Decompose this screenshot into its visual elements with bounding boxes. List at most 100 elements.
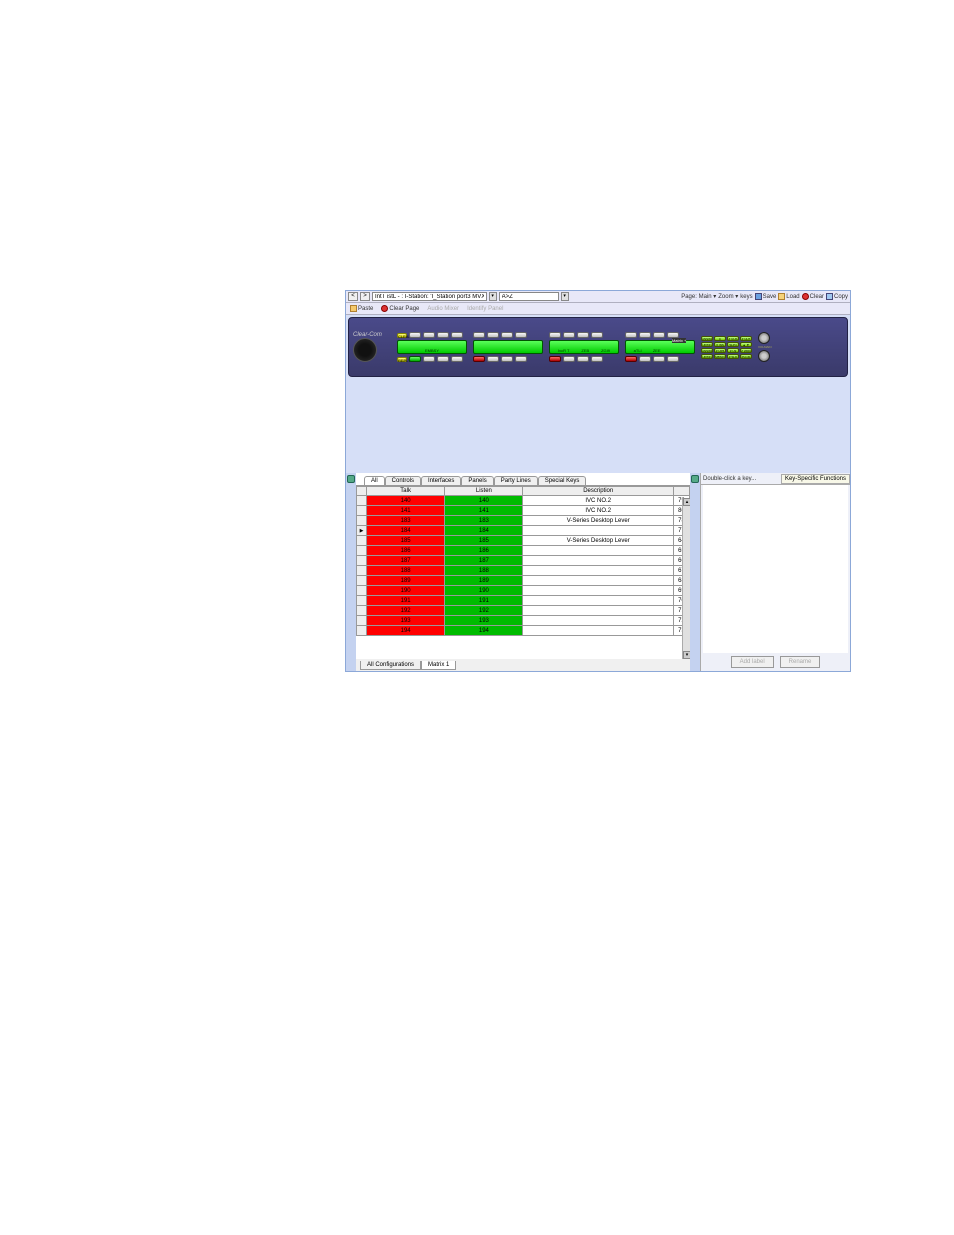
- config-tab-all-configurations[interactable]: All Configurations: [360, 661, 421, 670]
- side-button[interactable]: ANSWR: [701, 336, 713, 341]
- description-cell[interactable]: [523, 626, 673, 636]
- listen-cell[interactable]: 193: [445, 616, 523, 626]
- load-button[interactable]: Load: [778, 293, 799, 300]
- talk-cell[interactable]: 185: [367, 536, 445, 546]
- panel-key[interactable]: [549, 356, 561, 362]
- row-header[interactable]: [357, 566, 367, 576]
- row-header[interactable]: [357, 546, 367, 556]
- description-cell[interactable]: IVC NO.2: [523, 506, 673, 516]
- talk-cell[interactable]: 186: [367, 546, 445, 556]
- panel-key[interactable]: [501, 356, 513, 362]
- listen-cell[interactable]: 194: [445, 626, 523, 636]
- listen-cell[interactable]: 141: [445, 506, 523, 516]
- tab-controls[interactable]: Controls: [385, 476, 421, 485]
- panel-key[interactable]: [549, 332, 561, 338]
- panel-key[interactable]: [667, 356, 679, 362]
- table-row[interactable]: 18918968: [357, 576, 690, 586]
- description-cell[interactable]: [523, 566, 673, 576]
- az-dropdown-button[interactable]: ▾: [561, 292, 569, 301]
- panel-key[interactable]: [563, 356, 575, 362]
- row-header[interactable]: [357, 576, 367, 586]
- side-button[interactable]: Z SLD: [727, 354, 739, 359]
- panel-key[interactable]: [563, 332, 575, 338]
- grid-scrollbar[interactable]: ▴ ▾: [682, 498, 690, 659]
- add-label-button[interactable]: Add label: [731, 656, 774, 668]
- side-button[interactable]: PLInM: [740, 354, 752, 359]
- panel-key[interactable]: [501, 332, 513, 338]
- row-header[interactable]: [357, 606, 367, 616]
- panel-key[interactable]: [437, 356, 449, 362]
- table-row[interactable]: 18618665: [357, 546, 690, 556]
- description-cell[interactable]: V-Series Desktop Lever: [523, 516, 673, 526]
- listen-cell[interactable]: 185: [445, 536, 523, 546]
- side-button[interactable]: Z W0I0: [740, 348, 752, 353]
- talk-cell[interactable]: 184: [367, 526, 445, 536]
- description-cell[interactable]: [523, 596, 673, 606]
- listen-cell[interactable]: 191: [445, 596, 523, 606]
- panel-key[interactable]: [487, 332, 499, 338]
- row-header[interactable]: [357, 496, 367, 506]
- description-cell[interactable]: [523, 556, 673, 566]
- side-button[interactable]: ANSWR: [701, 348, 713, 353]
- talk-cell[interactable]: 190: [367, 586, 445, 596]
- side-button[interactable]: Z UHT: [740, 336, 752, 341]
- description-cell[interactable]: [523, 606, 673, 616]
- table-row[interactable]: 19219271: [357, 606, 690, 616]
- panel-key[interactable]: [473, 332, 485, 338]
- clear-button[interactable]: Clear: [802, 293, 824, 300]
- row-header[interactable]: [357, 586, 367, 596]
- table-row[interactable]: 19019069: [357, 586, 690, 596]
- talk-cell[interactable]: 192: [367, 606, 445, 616]
- side-button[interactable]: Z UP6: [714, 348, 726, 353]
- row-header[interactable]: [357, 516, 367, 526]
- row-header[interactable]: [357, 616, 367, 626]
- table-row[interactable]: 18818867: [357, 566, 690, 576]
- copy-button[interactable]: Copy: [826, 293, 848, 300]
- talk-cell[interactable]: 140: [367, 496, 445, 506]
- description-cell[interactable]: [523, 616, 673, 626]
- save-button[interactable]: Save: [755, 293, 777, 300]
- table-row[interactable]: 19319372: [357, 616, 690, 626]
- keys-button[interactable]: keys: [740, 294, 752, 300]
- panel-key[interactable]: [515, 356, 527, 362]
- side-button[interactable]: MBSIO: [714, 354, 726, 359]
- panel-key[interactable]: [487, 356, 499, 362]
- paste-button[interactable]: Paste: [350, 305, 373, 312]
- talk-cell[interactable]: 183: [367, 516, 445, 526]
- description-cell[interactable]: [523, 526, 673, 536]
- col-listen[interactable]: Listen: [445, 487, 523, 496]
- row-header[interactable]: [357, 626, 367, 636]
- knob-top[interactable]: [758, 332, 770, 344]
- talk-cell[interactable]: 188: [367, 566, 445, 576]
- clear-page-button[interactable]: Clear Page: [381, 305, 419, 312]
- panel-key[interactable]: [409, 332, 421, 338]
- side-button[interactable]: UP/DN: [701, 354, 713, 359]
- description-cell[interactable]: V-Series Desktop Lever: [523, 536, 673, 546]
- panel-key[interactable]: [577, 332, 589, 338]
- nav-next-button[interactable]: >: [360, 292, 370, 301]
- page-menu[interactable]: Page: Main ▾: [681, 293, 716, 300]
- side-button[interactable]: SLP4: [727, 342, 739, 347]
- panel-key[interactable]: [437, 332, 449, 338]
- side-button[interactable]: ▲ ▼: [740, 342, 752, 347]
- talk-cell[interactable]: 187: [367, 556, 445, 566]
- col-talk[interactable]: Talk: [367, 487, 445, 496]
- refresh-icon[interactable]: [347, 475, 355, 483]
- panel-key[interactable]: [591, 332, 603, 338]
- table-row[interactable]: 18418477: [357, 526, 690, 536]
- scroll-up-icon[interactable]: ▴: [683, 498, 690, 506]
- tab-all[interactable]: All: [364, 476, 385, 485]
- talk-cell[interactable]: 194: [367, 626, 445, 636]
- description-cell[interactable]: IVC NO.2: [523, 496, 673, 506]
- talk-cell[interactable]: 191: [367, 596, 445, 606]
- listen-cell[interactable]: 190: [445, 586, 523, 596]
- row-header[interactable]: [357, 556, 367, 566]
- listen-cell[interactable]: 192: [445, 606, 523, 616]
- side-button[interactable]: Z UHS: [727, 336, 739, 341]
- col-description[interactable]: Description: [523, 487, 673, 496]
- description-cell[interactable]: [523, 576, 673, 586]
- row-header[interactable]: [357, 506, 367, 516]
- panel-key[interactable]: [473, 356, 485, 362]
- listen-cell[interactable]: 183: [445, 516, 523, 526]
- description-cell[interactable]: [523, 546, 673, 556]
